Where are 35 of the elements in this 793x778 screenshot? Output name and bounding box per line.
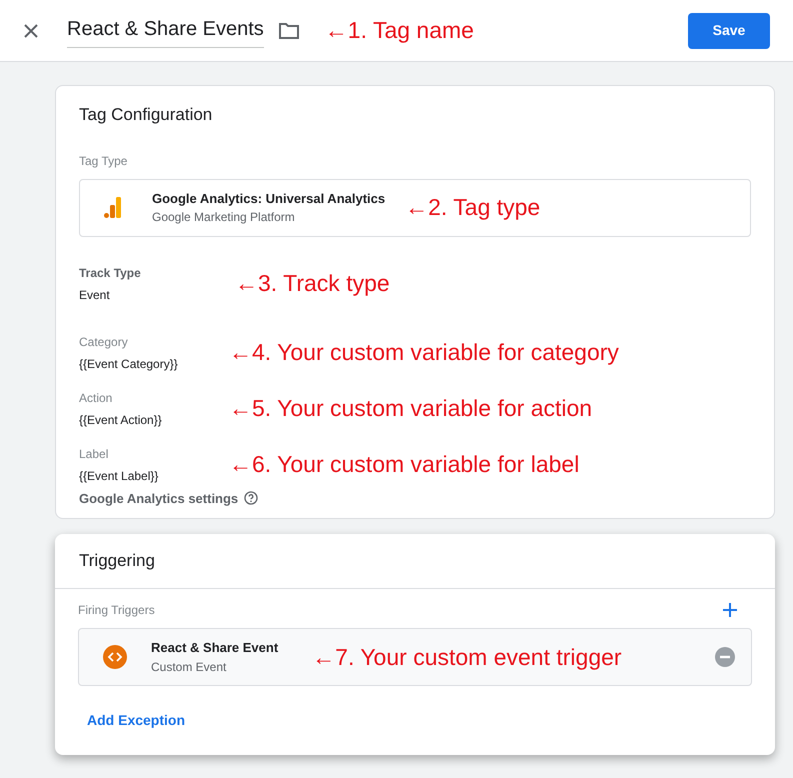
save-button[interactable]: Save <box>688 12 770 48</box>
annotation-text: ←3. Track type <box>235 272 390 295</box>
field-label: Tag Type <box>79 152 128 170</box>
field-value: {{Event Action}} <box>79 412 163 428</box>
add-exception-link[interactable]: Add Exception <box>87 710 186 731</box>
tag-type-row[interactable]: Google Analytics: Universal Analytics Google Marketing Platform ←2. Tag type <box>79 178 751 236</box>
help-icon[interactable] <box>244 491 258 506</box>
field-value: Event <box>79 286 111 304</box>
field-label: Track Type <box>79 264 142 282</box>
add-icon[interactable] <box>722 602 738 618</box>
remove-icon[interactable] <box>715 647 735 667</box>
trigger-row[interactable]: React & Share Event Custom Event ←7. Your custom event trigger <box>78 628 752 686</box>
field-label: Category <box>79 334 129 350</box>
annotation-text: ←7. Your custom event trigger <box>312 646 622 668</box>
analytics-icon <box>104 196 122 218</box>
annotation-text: ←5. Your custom variable for action <box>229 397 592 420</box>
card-title: Triggering <box>79 550 155 572</box>
field-value: {{Event Label}} <box>79 468 160 484</box>
folder-icon[interactable] <box>278 22 300 40</box>
card-title: Tag Configuration <box>79 104 214 126</box>
tag-type-provider: Google Marketing Platform <box>152 209 296 226</box>
field-label: Action <box>79 390 114 406</box>
code-icon <box>103 645 127 669</box>
annotation-text: ←4. Your custom variable for category <box>229 341 619 364</box>
field-value: {{Event Category}} <box>79 356 179 372</box>
annotation-text: ←6. Your custom variable for label <box>229 453 580 476</box>
tag-name-field[interactable]: React & Share Events <box>67 14 264 48</box>
settings-link[interactable]: Google Analytics settings <box>79 488 238 508</box>
tag-type-name: Google Analytics: Universal Analytics <box>152 190 386 208</box>
annotation-text: ←2. Tag type <box>405 196 540 219</box>
trigger-type: Custom Event <box>151 658 228 676</box>
trigger-name: React & Share Event <box>151 639 278 658</box>
field-label: Label <box>79 446 110 462</box>
field-label: Firing Triggers <box>78 602 155 619</box>
annotation-text: ←1. Tag name <box>324 19 474 42</box>
